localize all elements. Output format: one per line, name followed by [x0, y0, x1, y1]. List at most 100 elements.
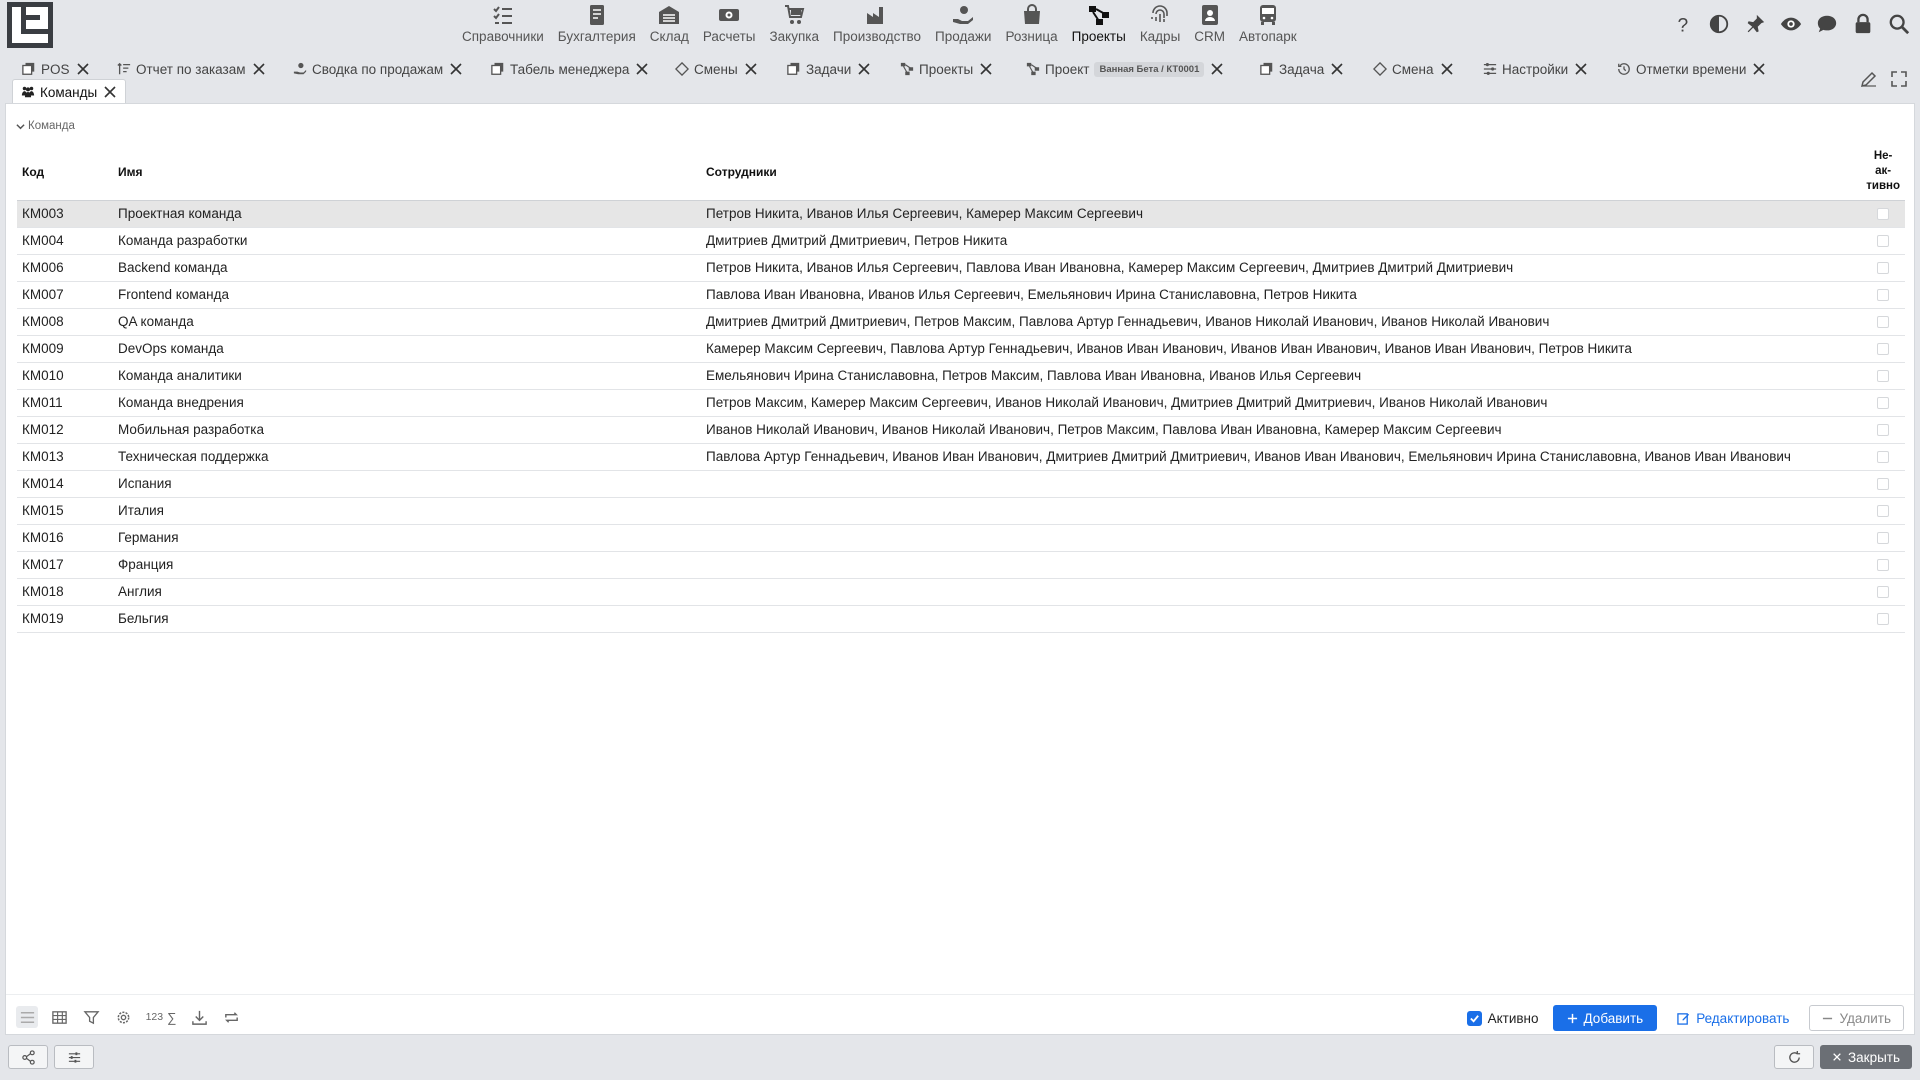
close-icon[interactable]: [979, 62, 993, 76]
view-button[interactable]: [1779, 12, 1802, 35]
inactive-checkbox[interactable]: [1877, 370, 1890, 383]
tab-orders-report[interactable]: Отчет по заказам: [117, 57, 266, 81]
tab-teams[interactable]: Команды: [12, 79, 127, 104]
inactive-checkbox[interactable]: [1877, 586, 1890, 599]
inactive-checkbox[interactable]: [1877, 505, 1890, 518]
add-button[interactable]: Добавить: [1552, 1005, 1658, 1031]
close-icon[interactable]: [744, 62, 758, 76]
close-icon[interactable]: [635, 62, 649, 76]
close-icon[interactable]: [1752, 62, 1766, 76]
table-row[interactable]: КМ016 Германия: [17, 524, 1905, 552]
inactive-checkbox[interactable]: [1877, 478, 1890, 491]
table-row[interactable]: КМ009 DevOps команда Камерер Максим Сергее…: [17, 335, 1905, 363]
inactive-checkbox[interactable]: [1877, 235, 1890, 248]
close-icon[interactable]: [252, 62, 266, 76]
tab-task[interactable]: Задача: [1260, 57, 1344, 81]
close-icon[interactable]: [1574, 62, 1588, 76]
inactive-checkbox[interactable]: [1877, 559, 1890, 572]
checkbox-checked[interactable]: [1466, 1010, 1482, 1026]
grid-view-button[interactable]: [48, 1006, 70, 1028]
options-button[interactable]: [54, 1045, 94, 1069]
refresh-button[interactable]: [220, 1006, 242, 1028]
nav-item-sales[interactable]: Продажи: [928, 0, 998, 50]
delete-button[interactable]: Удалить: [1809, 1005, 1904, 1031]
share-button[interactable]: [8, 1045, 48, 1069]
count-sum-button[interactable]: 123 ∑: [144, 1006, 178, 1028]
tab-manager-timesheet[interactable]: Табель менеджера: [491, 57, 649, 81]
inactive-checkbox[interactable]: [1877, 289, 1890, 302]
inactive-checkbox[interactable]: [1877, 532, 1890, 545]
table-row[interactable]: КМ008 QA команда Дмитриев Дмитрий Дмитриев…: [17, 308, 1905, 336]
tab-projects[interactable]: Проекты: [900, 57, 993, 81]
export-button[interactable]: [188, 1006, 210, 1028]
filter-button[interactable]: [80, 1006, 102, 1028]
close-icon[interactable]: [76, 62, 90, 76]
inactive-checkbox[interactable]: [1877, 424, 1890, 437]
close-icon[interactable]: [103, 85, 117, 99]
nav-item-projects[interactable]: Проекты: [1065, 0, 1133, 50]
pin-button[interactable]: [1743, 12, 1766, 35]
fullscreen-icon[interactable]: [1890, 70, 1908, 88]
help-button[interactable]: ?: [1671, 12, 1694, 35]
inactive-checkbox[interactable]: [1877, 316, 1890, 329]
table-row[interactable]: КМ006 Backend команда Петров Никита, Ивано…: [17, 254, 1905, 282]
nav-item-fleet[interactable]: Автопарк: [1232, 0, 1304, 50]
tab-time-marks[interactable]: Отметки времени: [1617, 57, 1766, 81]
table-row[interactable]: КМ007 Frontend команда Павлова Иван Иванов…: [17, 281, 1905, 309]
table-row[interactable]: КМ018 Англия: [17, 578, 1905, 606]
tab-settings[interactable]: Настройки: [1483, 57, 1588, 81]
lock-button[interactable]: [1851, 12, 1874, 35]
table-row[interactable]: КМ011 Команда внедрения Петров Максим, Кам…: [17, 389, 1905, 417]
nav-item-retail[interactable]: Розница: [998, 0, 1064, 50]
app-logo[interactable]: [7, 2, 53, 48]
table-row[interactable]: КМ013 Техническая поддержка Павлова Артур …: [17, 443, 1905, 471]
table-row[interactable]: КМ017 Франция: [17, 551, 1905, 579]
close-button[interactable]: Закрыть: [1820, 1045, 1912, 1069]
close-icon[interactable]: [857, 62, 871, 76]
nav-item-settlements[interactable]: Расчеты: [696, 0, 763, 50]
settings-button[interactable]: [112, 1006, 134, 1028]
tab-tasks[interactable]: Задачи: [787, 57, 871, 81]
nav-item-references[interactable]: Справочники: [455, 0, 551, 50]
inactive-checkbox[interactable]: [1877, 343, 1890, 356]
theme-toggle-button[interactable]: [1707, 12, 1730, 35]
column-header-members[interactable]: Сотрудники: [701, 144, 1862, 201]
tab-shifts[interactable]: Смены: [675, 57, 758, 81]
nav-item-hr[interactable]: Кадры: [1133, 0, 1187, 50]
table-row[interactable]: КМ019 Бельгия: [17, 605, 1905, 633]
tab-project[interactable]: Проект Ванная Бета / КТ0001: [1026, 57, 1224, 81]
inactive-checkbox[interactable]: [1877, 262, 1890, 275]
tab-shift[interactable]: Смена: [1373, 57, 1454, 81]
close-icon[interactable]: [449, 62, 463, 76]
column-header-code[interactable]: Код: [17, 144, 113, 201]
column-header-inactive[interactable]: Не- ак- тивно: [1861, 144, 1905, 201]
edit-button[interactable]: Редактировать: [1667, 1005, 1799, 1031]
chat-button[interactable]: [1815, 12, 1838, 35]
tab-pos[interactable]: POS: [22, 57, 90, 81]
table-row[interactable]: КМ004 Команда разработки Дмитриев Дмитрий …: [17, 227, 1905, 255]
nav-item-accounting[interactable]: Бухгалтерия: [551, 0, 643, 50]
group-header[interactable]: Команда: [16, 120, 75, 132]
inactive-checkbox[interactable]: [1877, 397, 1890, 410]
close-icon[interactable]: [1210, 62, 1224, 76]
table-row[interactable]: КМ012 Мобильная разработка Иванов Николай …: [17, 416, 1905, 444]
table-row[interactable]: КМ003 Проектная команда Петров Никита, Ива…: [17, 200, 1905, 228]
table-row[interactable]: КМ010 Команда аналитики Емельянович Ирина …: [17, 362, 1905, 390]
reload-button[interactable]: [1774, 1045, 1814, 1069]
tab-sales-summary[interactable]: Сводка по продажам: [293, 57, 463, 81]
nav-item-warehouse[interactable]: Склад: [643, 0, 696, 50]
nav-item-production[interactable]: Производство: [826, 0, 928, 50]
active-filter-checkbox[interactable]: Активно: [1466, 1010, 1539, 1026]
nav-item-crm[interactable]: CRM: [1187, 0, 1232, 50]
inactive-checkbox[interactable]: [1877, 208, 1890, 221]
close-icon[interactable]: [1440, 62, 1454, 76]
inactive-checkbox[interactable]: [1877, 613, 1890, 626]
close-icon[interactable]: [1330, 62, 1344, 76]
pencil-icon[interactable]: [1860, 70, 1878, 88]
list-view-button[interactable]: [16, 1006, 38, 1028]
column-header-name[interactable]: Имя: [113, 144, 701, 201]
search-button[interactable]: [1887, 12, 1910, 35]
table-row[interactable]: КМ015 Италия: [17, 497, 1905, 525]
inactive-checkbox[interactable]: [1877, 451, 1890, 464]
nav-item-purchase[interactable]: Закупка: [763, 0, 827, 50]
